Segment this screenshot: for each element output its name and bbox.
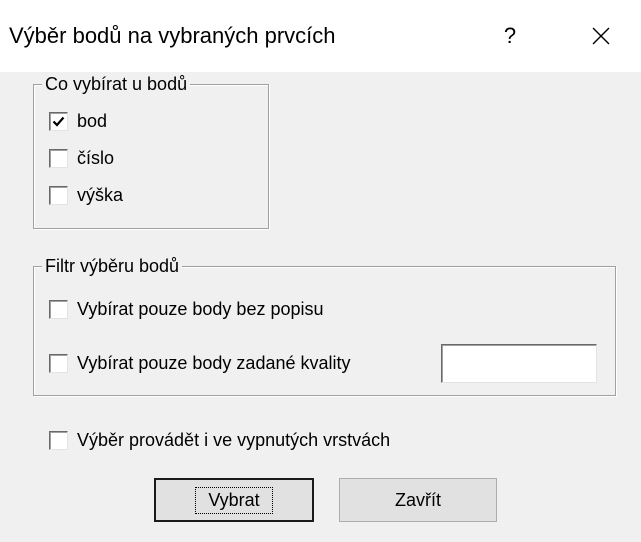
checkbox-cislo-box[interactable] xyxy=(49,148,68,168)
checkbox-quality[interactable]: Vybírat pouze body zadané kvality xyxy=(49,351,351,375)
checkbox-bod-box[interactable] xyxy=(49,111,68,131)
help-button[interactable]: ? xyxy=(487,14,533,58)
checkbox-quality-box[interactable] xyxy=(49,353,68,373)
quality-input[interactable] xyxy=(441,344,597,383)
checkbox-hidden-layers-box[interactable] xyxy=(49,430,68,450)
checkbox-without-description[interactable]: Vybírat pouze body bez popisu xyxy=(49,297,324,321)
filter-group: Filtr výběru bodů Vybírat pouze body bez… xyxy=(33,254,616,396)
what-to-select-group-label: Co vybírat u bodů xyxy=(42,72,191,96)
dialog-title: Výběr bodů na vybraných prvcích xyxy=(9,23,336,48)
checkbox-without-description-label: Vybírat pouze body bez popisu xyxy=(77,299,324,319)
checkbox-vyska-box[interactable] xyxy=(49,185,68,205)
close-button[interactable]: Zavřít xyxy=(339,478,497,522)
checkbox-without-description-box[interactable] xyxy=(49,299,68,319)
checkbox-hidden-layers-label: Výběr provádět i ve vypnutých vrstvách xyxy=(77,430,391,450)
what-to-select-group: Co vybírat u bodů bod číslo výška xyxy=(33,72,269,229)
checkbox-bod-label: bod xyxy=(77,111,108,131)
close-button-label: Zavřít xyxy=(394,489,441,510)
checkbox-cislo-label: číslo xyxy=(77,148,115,168)
checkbox-cislo[interactable]: číslo xyxy=(49,146,114,170)
close-icon xyxy=(592,27,610,45)
close-window-button[interactable] xyxy=(575,14,627,58)
checkbox-bod[interactable]: bod xyxy=(49,109,107,133)
dialog-window: Výběr bodů na vybraných prvcích ? Co vyb… xyxy=(0,0,641,542)
select-button[interactable]: Vybrat xyxy=(154,478,314,522)
filter-group-label: Filtr výběru bodů xyxy=(42,254,183,278)
select-button-label: Vybrat xyxy=(195,486,273,514)
checkbox-hidden-layers[interactable]: Výběr provádět i ve vypnutých vrstvách xyxy=(49,428,390,452)
title-bar: Výběr bodů na vybraných prvcích ? xyxy=(0,0,641,72)
checkbox-quality-label: Vybírat pouze body zadané kvality xyxy=(77,353,351,373)
checkbox-vyska[interactable]: výška xyxy=(49,183,123,207)
checkbox-vyska-label: výška xyxy=(77,185,124,205)
checkmark-icon xyxy=(52,116,65,127)
